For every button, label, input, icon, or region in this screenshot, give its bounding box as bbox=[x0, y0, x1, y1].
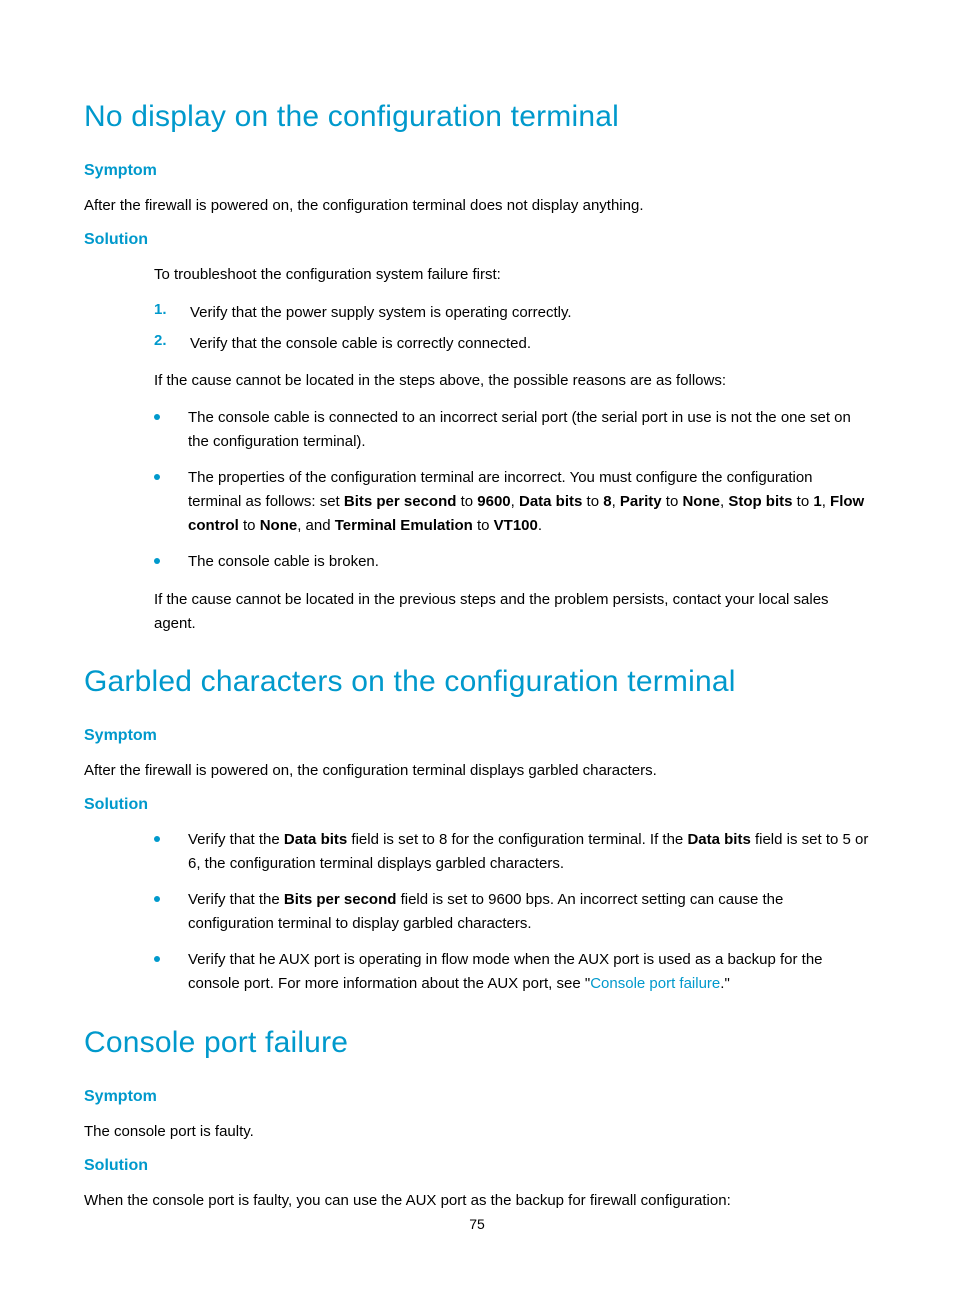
text-fragment: field is set to 8 for the configuration … bbox=[347, 831, 687, 848]
subheading-solution: Solution bbox=[84, 796, 870, 814]
symptom-text: After the firewall is powered on, the co… bbox=[84, 194, 870, 217]
solution-intro: To troubleshoot the configuration system… bbox=[154, 263, 870, 286]
subheading-solution: Solution bbox=[84, 1157, 870, 1175]
solution-text: When the console port is faulty, you can… bbox=[84, 1189, 870, 1212]
bullet-list: The console cable is connected to an inc… bbox=[154, 406, 870, 574]
list-item: Verify that the Data bits field is set t… bbox=[154, 828, 870, 876]
bullet-icon bbox=[154, 474, 160, 480]
bold-term: Parity bbox=[620, 493, 662, 510]
link-console-port-failure[interactable]: Console port failure bbox=[590, 975, 720, 992]
bold-term: 9600 bbox=[477, 493, 510, 510]
list-item: The console cable is broken. bbox=[154, 550, 870, 574]
list-item: 1. Verify that the power supply system i… bbox=[154, 301, 870, 324]
list-item: The properties of the configuration term… bbox=[154, 466, 870, 538]
list-item: 2. Verify that the console cable is corr… bbox=[154, 332, 870, 355]
list-text: Verify that he AUX port is operating in … bbox=[188, 948, 870, 996]
heading-garbled: Garbled characters on the configuration … bbox=[84, 665, 870, 699]
list-text: Verify that the power supply system is o… bbox=[190, 301, 572, 324]
heading-no-display: No display on the configuration terminal bbox=[84, 100, 870, 134]
list-item: Verify that the Bits per second field is… bbox=[154, 888, 870, 936]
list-text: Verify that the Data bits field is set t… bbox=[188, 828, 870, 876]
bullet-icon bbox=[154, 896, 160, 902]
bold-term: Terminal Emulation bbox=[335, 517, 473, 534]
page-number: 75 bbox=[0, 1216, 954, 1232]
bullet-icon bbox=[154, 558, 160, 564]
bold-term: Data bits bbox=[687, 831, 750, 848]
list-item: Verify that he AUX port is operating in … bbox=[154, 948, 870, 996]
list-text: The console cable is broken. bbox=[188, 550, 870, 574]
list-text: The properties of the configuration term… bbox=[188, 466, 870, 538]
bold-term: Data bits bbox=[519, 493, 582, 510]
subheading-symptom: Symptom bbox=[84, 727, 870, 745]
list-text: The console cable is connected to an inc… bbox=[188, 406, 870, 454]
list-item: The console cable is connected to an inc… bbox=[154, 406, 870, 454]
bold-term: 1 bbox=[813, 493, 821, 510]
bold-term: None bbox=[682, 493, 720, 510]
bold-term: Bits per second bbox=[344, 493, 457, 510]
bold-term: Bits per second bbox=[284, 891, 397, 908]
symptom-text: The console port is faulty. bbox=[84, 1120, 870, 1143]
after-bullets-text: If the cause cannot be located in the pr… bbox=[154, 588, 870, 635]
symptom-text: After the firewall is powered on, the co… bbox=[84, 759, 870, 782]
bullet-icon bbox=[154, 956, 160, 962]
list-number: 1. bbox=[154, 301, 170, 324]
subheading-symptom: Symptom bbox=[84, 1088, 870, 1106]
list-number: 2. bbox=[154, 332, 170, 355]
after-numbered-text: If the cause cannot be located in the st… bbox=[154, 369, 870, 392]
bold-term: None bbox=[260, 517, 298, 534]
text-fragment: ." bbox=[720, 975, 730, 992]
bold-term: Stop bits bbox=[728, 493, 792, 510]
bullet-icon bbox=[154, 836, 160, 842]
bullet-icon bbox=[154, 414, 160, 420]
bold-term: VT100 bbox=[494, 517, 538, 534]
bold-term: Data bits bbox=[284, 831, 347, 848]
page: No display on the configuration terminal… bbox=[0, 0, 954, 1296]
numbered-list: 1. Verify that the power supply system i… bbox=[154, 301, 870, 356]
bullet-list: Verify that the Data bits field is set t… bbox=[154, 828, 870, 996]
list-text: Verify that the Bits per second field is… bbox=[188, 888, 870, 936]
list-text: Verify that the console cable is correct… bbox=[190, 332, 531, 355]
text-fragment: Verify that the bbox=[188, 891, 284, 908]
subheading-symptom: Symptom bbox=[84, 162, 870, 180]
bold-term: 8 bbox=[603, 493, 611, 510]
subheading-solution: Solution bbox=[84, 231, 870, 249]
heading-console-port-failure: Console port failure bbox=[84, 1026, 870, 1060]
text-fragment: Verify that the bbox=[188, 831, 284, 848]
